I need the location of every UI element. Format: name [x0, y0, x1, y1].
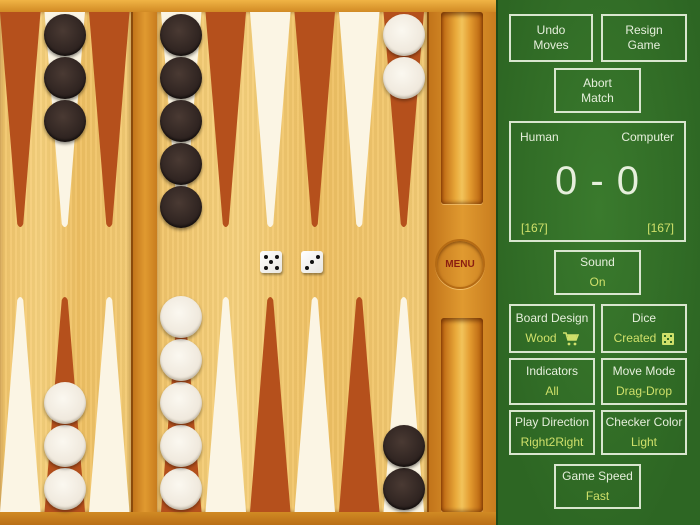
- dice-button[interactable]: Dice Created: [601, 304, 687, 353]
- abort-label-1: Abort: [583, 75, 612, 90]
- die-2[interactable]: [301, 251, 323, 273]
- top-point[interactable]: [294, 12, 336, 227]
- top-point[interactable]: [250, 12, 291, 227]
- cart-icon: [562, 331, 579, 346]
- resign-label-1: Resign: [625, 23, 663, 37]
- light-checker[interactable]: [43, 425, 86, 467]
- light-checker[interactable]: [160, 296, 203, 338]
- game-speed-value: Fast: [585, 489, 610, 503]
- bottom-point[interactable]: [339, 297, 380, 512]
- dark-checker[interactable]: [160, 186, 203, 228]
- die-pip: [316, 255, 320, 259]
- light-checker[interactable]: [160, 382, 203, 424]
- score-board: Human Computer 0 - 0 [167] [167]: [509, 121, 686, 242]
- light-checker[interactable]: [382, 14, 425, 56]
- bottom-point[interactable]: [0, 297, 41, 512]
- top-point[interactable]: [89, 12, 130, 227]
- dark-checker[interactable]: [382, 425, 425, 467]
- undo-label-2: Moves: [533, 38, 569, 52]
- game-speed-label: Game Speed: [562, 469, 633, 483]
- dark-checker[interactable]: [43, 57, 86, 99]
- checker-color-label: Checker Color: [605, 415, 683, 429]
- board-design-label: Board Design: [515, 311, 589, 325]
- die-pip: [275, 255, 279, 259]
- light-checker[interactable]: [160, 468, 203, 510]
- die-pip: [310, 260, 314, 264]
- bearoff-tray-top[interactable]: [441, 12, 483, 204]
- dark-checker[interactable]: [43, 14, 86, 56]
- top-point[interactable]: [205, 12, 247, 227]
- top-point[interactable]: [0, 12, 41, 227]
- board-design-value: Wood: [525, 331, 557, 345]
- die-pip: [305, 266, 309, 270]
- bottom-point[interactable]: [89, 297, 130, 512]
- sound-value: On: [589, 275, 606, 289]
- dark-checker[interactable]: [160, 143, 203, 185]
- light-checker[interactable]: [43, 382, 86, 424]
- indicators-value: All: [545, 384, 559, 398]
- sound-button[interactable]: Sound On: [554, 250, 641, 295]
- undo-label-1: Undo: [536, 23, 566, 37]
- dice-value: Created: [613, 331, 657, 345]
- backgammon-board: MENU: [0, 0, 496, 525]
- light-checker[interactable]: [160, 425, 203, 467]
- player1-name: Human: [520, 130, 559, 144]
- bottom-point[interactable]: [250, 297, 291, 512]
- move-mode-button[interactable]: Move Mode Drag-Drop: [601, 358, 687, 405]
- board-frame-bottom: [0, 512, 496, 525]
- checker-color-button[interactable]: Checker Color Light: [601, 410, 687, 455]
- play-direction-label: Play Direction: [514, 415, 590, 429]
- play-direction-value: Right2Right: [520, 435, 584, 449]
- bearoff-tray-bottom[interactable]: [441, 318, 483, 512]
- light-checker[interactable]: [160, 339, 203, 381]
- match-score: 0 - 0: [554, 159, 641, 203]
- control-panel: Undo Moves Resign Game Abort Match Human…: [496, 0, 700, 525]
- die-pip: [275, 266, 279, 270]
- checker-color-value: Light: [630, 435, 658, 449]
- sound-label: Sound: [580, 255, 615, 269]
- play-direction-button[interactable]: Play Direction Right2Right: [509, 410, 595, 455]
- abort-label-2: Match: [581, 90, 614, 105]
- bottom-point[interactable]: [294, 297, 336, 512]
- player1-pip-count: [167]: [521, 221, 548, 235]
- player2-name: Computer: [621, 130, 674, 144]
- bar[interactable]: [131, 12, 157, 512]
- player2-pip-count: [167]: [647, 221, 674, 235]
- indicators-button[interactable]: Indicators All: [509, 358, 595, 405]
- die-pip: [264, 255, 268, 259]
- light-checker[interactable]: [43, 468, 86, 510]
- indicators-label: Indicators: [525, 364, 579, 378]
- resign-label-2: Game: [627, 38, 661, 52]
- dark-checker[interactable]: [160, 57, 203, 99]
- move-mode-label: Move Mode: [612, 364, 676, 378]
- menu-label: MENU: [445, 258, 475, 270]
- die-1[interactable]: [260, 251, 282, 273]
- game-speed-button[interactable]: Game Speed Fast: [554, 464, 641, 509]
- menu-button[interactable]: MENU: [435, 239, 485, 289]
- light-checker[interactable]: [382, 57, 425, 99]
- die-pip: [269, 260, 273, 264]
- abort-match-button[interactable]: Abort Match: [554, 68, 641, 113]
- dark-checker[interactable]: [382, 468, 425, 510]
- bearoff-side: MENU: [427, 12, 496, 512]
- dark-checker[interactable]: [43, 100, 86, 142]
- resign-game-button[interactable]: Resign Game: [601, 14, 687, 62]
- top-point[interactable]: [339, 12, 380, 227]
- bottom-point[interactable]: [205, 297, 247, 512]
- dice-icon: [662, 332, 675, 345]
- dark-checker[interactable]: [160, 100, 203, 142]
- board-design-button[interactable]: Board Design Wood: [509, 304, 595, 353]
- undo-moves-button[interactable]: Undo Moves: [509, 14, 593, 62]
- board-frame-top: [0, 0, 496, 12]
- dice-label: Dice: [631, 311, 656, 325]
- move-mode-value: Drag-Drop: [615, 384, 672, 398]
- die-pip: [264, 266, 268, 270]
- dark-checker[interactable]: [160, 14, 203, 56]
